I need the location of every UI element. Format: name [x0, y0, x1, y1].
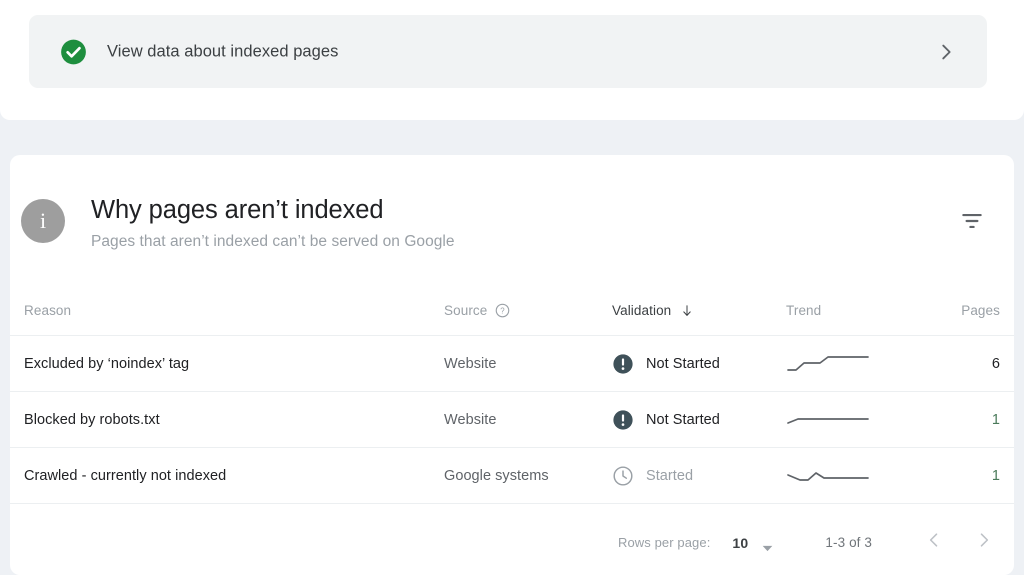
- trend-sparkline: [786, 352, 886, 376]
- column-header-trend-label: Trend: [786, 303, 822, 318]
- previous-page-button[interactable]: [918, 527, 950, 559]
- cell-source: Website: [444, 355, 497, 372]
- svg-text:?: ?: [501, 306, 506, 315]
- sort-arrow-down-icon[interactable]: [680, 303, 694, 319]
- cell-validation: Started: [612, 465, 693, 487]
- cell-pages: 6: [991, 355, 1000, 372]
- table-pagination: Rows per page: 10 1-3 of 3: [10, 510, 1014, 575]
- chevron-down-icon: [762, 539, 773, 552]
- chevron-left-icon: [924, 530, 944, 555]
- error-exclamation-icon: [612, 409, 634, 431]
- card-header: i Why pages aren’t indexed Pages that ar…: [10, 155, 1014, 280]
- cell-validation-label: Started: [646, 467, 694, 484]
- cell-validation: Not Started: [612, 409, 720, 431]
- page-title: Why pages aren’t indexed: [91, 196, 384, 224]
- next-page-button[interactable]: [968, 527, 1000, 559]
- cell-pages: 1: [991, 467, 1000, 484]
- table-row[interactable]: Excluded by ‘noindex’ tag Website Not St…: [10, 336, 1014, 392]
- info-icon: i: [21, 199, 65, 243]
- cell-source: Website: [444, 411, 497, 428]
- indexed-pages-banner[interactable]: View data about indexed pages: [29, 15, 987, 88]
- cell-validation: Not Started: [612, 353, 720, 375]
- cell-trend: [786, 352, 886, 376]
- error-exclamation-icon: [612, 353, 634, 375]
- column-header-pages-label: Pages: [961, 303, 1000, 318]
- cell-trend: [786, 464, 886, 488]
- cell-reason: Excluded by ‘noindex’ tag: [24, 355, 190, 372]
- table-header-row: Reason Source ? Validation Trend Pages: [10, 286, 1014, 336]
- issues-table: Reason Source ? Validation Trend Pages E…: [10, 286, 1014, 504]
- top-card: View data about indexed pages: [0, 0, 1024, 120]
- help-circle-icon[interactable]: ?: [495, 303, 510, 318]
- column-header-reason[interactable]: Reason: [24, 303, 71, 318]
- column-header-source[interactable]: Source ?: [444, 303, 510, 318]
- info-icon-glyph: i: [39, 208, 47, 233]
- column-header-reason-label: Reason: [24, 303, 72, 318]
- table-row[interactable]: Crawled - currently not indexed Google s…: [10, 448, 1014, 504]
- pagination-range: 1-3 of 3: [825, 535, 872, 550]
- column-header-validation-label: Validation: [612, 303, 672, 318]
- trend-sparkline: [786, 464, 886, 488]
- cell-trend: [786, 408, 886, 432]
- column-header-pages[interactable]: Pages: [961, 303, 1000, 318]
- column-header-trend[interactable]: Trend: [786, 303, 886, 318]
- clock-icon: [612, 465, 634, 487]
- column-header-validation[interactable]: Validation: [612, 303, 694, 319]
- cell-pages: 1: [991, 411, 1000, 428]
- chevron-right-icon[interactable]: [935, 41, 957, 63]
- cell-reason: Crawled - currently not indexed: [24, 467, 227, 484]
- rows-per-page-label: Rows per page:: [617, 535, 711, 550]
- rows-per-page-value: 10: [732, 534, 749, 551]
- filter-button[interactable]: [952, 203, 992, 243]
- check-circle-icon: [60, 38, 87, 65]
- cell-reason: Blocked by robots.txt: [24, 411, 160, 428]
- filter-icon: [959, 208, 985, 239]
- table-row[interactable]: Blocked by robots.txt Website Not Starte…: [10, 392, 1014, 448]
- cell-source: Google systems: [444, 467, 549, 484]
- chevron-right-icon: [974, 530, 994, 555]
- trend-sparkline: [786, 408, 886, 432]
- cell-validation-label: Not Started: [646, 355, 720, 372]
- cell-validation-label: Not Started: [646, 411, 720, 428]
- column-header-source-label: Source: [444, 303, 488, 318]
- why-pages-arent-indexed-card: i Why pages aren’t indexed Pages that ar…: [10, 155, 1014, 575]
- rows-per-page-select[interactable]: 10: [732, 534, 773, 552]
- page-subtitle: Pages that aren’t indexed can’t be serve…: [91, 233, 455, 250]
- banner-label: View data about indexed pages: [107, 42, 339, 60]
